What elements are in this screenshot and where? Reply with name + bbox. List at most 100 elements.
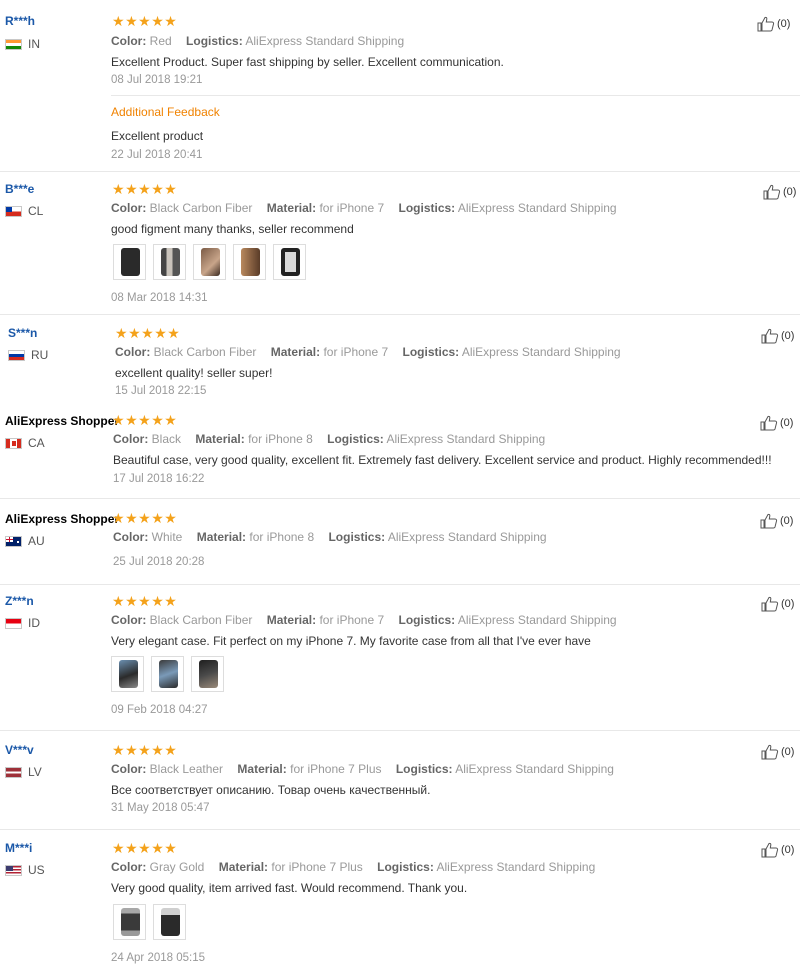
helpful-button[interactable]: (0): [760, 513, 793, 529]
review-photos: [111, 656, 231, 692]
order-info: Color: Black Leather Material: for iPhon…: [111, 762, 614, 776]
review-photo[interactable]: [151, 656, 184, 692]
additional-feedback-text: Excellent product: [111, 129, 204, 143]
star-icon: ★: [125, 742, 138, 758]
star-icon: ★: [115, 325, 128, 341]
review-date: 15 Jul 2018 22:15: [115, 385, 207, 397]
review-date: 08 Jul 2018 19:21: [111, 74, 203, 86]
helpful-button[interactable]: (0): [761, 842, 794, 858]
star-icon: ★: [128, 325, 141, 341]
review-text: Beautiful case, very good quality, excel…: [113, 453, 772, 467]
star-rating: ★ ★ ★ ★ ★: [112, 841, 177, 855]
thumbs-up-icon: [763, 184, 781, 200]
review-photo[interactable]: [193, 244, 226, 280]
review-text: good figment many thanks, seller recomme…: [111, 222, 354, 236]
order-info: Color: Black Carbon Fiber Material: for …: [111, 201, 617, 215]
reviewer-name[interactable]: AliExpress Shopper: [5, 512, 119, 526]
review-photo[interactable]: [153, 244, 186, 280]
reviewer-country: CL: [5, 204, 43, 218]
order-info: Color: White Material: for iPhone 8 Logi…: [113, 530, 547, 544]
order-info: Color: Red Logistics: AliExpress Standar…: [111, 34, 405, 48]
reviewer-country: ID: [5, 616, 40, 630]
reviewer-name[interactable]: Z***n: [5, 594, 34, 608]
order-info: Color: Black Carbon Fiber Material: for …: [115, 345, 621, 359]
reviewer-name[interactable]: S***n: [8, 326, 37, 340]
reviewer-name[interactable]: B***e: [5, 182, 34, 196]
helpful-button[interactable]: (0): [761, 328, 794, 344]
additional-feedback-title: Additional Feedback: [111, 105, 220, 119]
star-icon: ★: [112, 742, 125, 758]
star-icon: ★: [167, 325, 180, 341]
star-icon: ★: [138, 593, 151, 609]
star-icon: ★: [112, 412, 125, 428]
review-photo[interactable]: [233, 244, 266, 280]
thumbs-up-icon: [761, 328, 779, 344]
helpful-button[interactable]: (0): [760, 415, 793, 431]
reviewer-name[interactable]: M***i: [5, 841, 32, 855]
helpful-button[interactable]: (0): [761, 596, 794, 612]
helpful-button[interactable]: (0): [761, 744, 794, 760]
star-icon: ★: [164, 510, 177, 526]
star-icon: ★: [112, 181, 125, 197]
star-icon: ★: [151, 742, 164, 758]
star-icon: ★: [151, 412, 164, 428]
review-photo[interactable]: [113, 244, 146, 280]
star-icon: ★: [112, 13, 125, 29]
reviewer-name[interactable]: V***v: [5, 743, 34, 757]
star-icon: ★: [125, 412, 138, 428]
star-icon: ★: [164, 840, 177, 856]
review-text: Very good quality, item arrived fast. Wo…: [111, 881, 468, 895]
reviewer-country: AU: [5, 534, 45, 548]
star-icon: ★: [112, 593, 125, 609]
reviewer-country: RU: [8, 348, 48, 362]
order-info: Color: Black Material: for iPhone 8 Logi…: [113, 432, 546, 446]
star-icon: ★: [164, 593, 177, 609]
star-icon: ★: [164, 742, 177, 758]
reviewer-country: IN: [5, 37, 40, 51]
thumbs-up-icon: [761, 842, 779, 858]
star-icon: ★: [151, 510, 164, 526]
order-info: Color: Black Carbon Fiber Material: for …: [111, 613, 617, 627]
review-photo[interactable]: [191, 656, 224, 692]
review-divider: [0, 171, 800, 172]
flag-us-icon: [5, 864, 22, 876]
flag-ca-icon: [5, 437, 22, 449]
star-rating: ★ ★ ★ ★ ★: [112, 182, 177, 196]
review-photos: [113, 904, 193, 940]
star-rating: ★ ★ ★ ★ ★: [112, 14, 177, 28]
flag-cl-icon: [5, 205, 22, 217]
review-photo[interactable]: [153, 904, 186, 940]
review-date: 17 Jul 2018 16:22: [113, 473, 205, 485]
review-text: Very elegant case. Fit perfect on my iPh…: [111, 634, 591, 648]
star-icon: ★: [164, 412, 177, 428]
review-divider: [0, 314, 800, 315]
star-icon: ★: [151, 181, 164, 197]
flag-ru-icon: [8, 349, 25, 361]
thumbs-up-icon: [760, 513, 778, 529]
star-icon: ★: [138, 742, 151, 758]
review-date: 25 Jul 2018 20:28: [113, 556, 205, 568]
reviewer-name[interactable]: AliExpress Shopper: [5, 414, 119, 428]
flag-au-icon: [5, 535, 22, 547]
review-photo[interactable]: [273, 244, 306, 280]
star-icon: ★: [138, 840, 151, 856]
star-icon: ★: [151, 840, 164, 856]
review-date: 08 Mar 2018 14:31: [111, 292, 208, 304]
star-icon: ★: [125, 510, 138, 526]
review-divider: [0, 498, 800, 499]
review-divider: [0, 584, 800, 585]
star-rating: ★ ★ ★ ★ ★: [115, 326, 180, 340]
star-icon: ★: [164, 13, 177, 29]
reviewer-name[interactable]: R***h: [5, 14, 35, 28]
review-photo[interactable]: [113, 904, 146, 940]
star-icon: ★: [112, 840, 125, 856]
star-icon: ★: [125, 593, 138, 609]
review-photo[interactable]: [111, 656, 144, 692]
flag-in-icon: [5, 38, 22, 50]
helpful-button[interactable]: (0): [763, 184, 796, 200]
review-divider: [0, 730, 800, 731]
helpful-button[interactable]: (0): [757, 16, 790, 32]
flag-lv-icon: [5, 766, 22, 778]
star-icon: ★: [154, 325, 167, 341]
review-text: Все соответствует описанию. Товар очень …: [111, 783, 431, 797]
